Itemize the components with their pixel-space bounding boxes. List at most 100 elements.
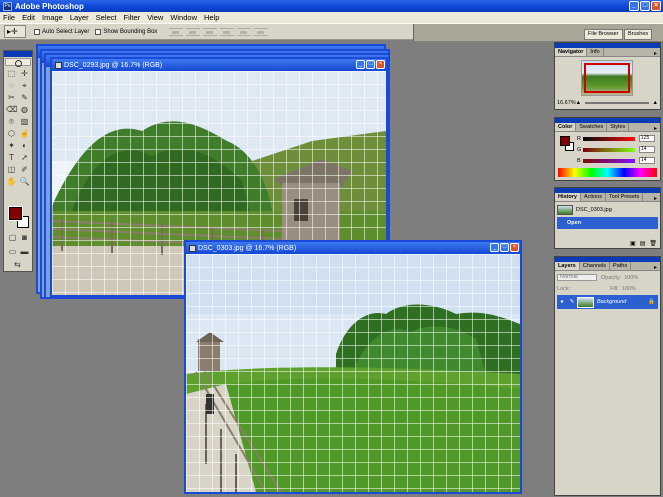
zoom-tool-icon[interactable]: 🔍 <box>19 177 30 187</box>
menu-view[interactable]: View <box>147 13 163 22</box>
brush-tool-icon[interactable]: ◍ <box>19 105 30 115</box>
dodge-tool-icon[interactable]: ◐ <box>19 141 30 151</box>
red-value[interactable]: 125 <box>639 135 655 142</box>
fill-value[interactable]: 100% <box>622 286 636 292</box>
maximize-button[interactable]: □ <box>640 1 650 11</box>
red-slider[interactable] <box>583 136 635 141</box>
tab-navigator[interactable]: Navigator <box>555 48 588 56</box>
menu-layer[interactable]: Layer <box>70 13 89 22</box>
align-top-icon[interactable] <box>169 27 184 36</box>
path-select-icon[interactable]: ➚ <box>19 153 30 163</box>
screen-mode-icon[interactable]: ▭ <box>7 247 18 257</box>
tab-color[interactable]: Color <box>555 123 577 131</box>
zoom-out-icon[interactable]: ▲ <box>576 100 581 106</box>
document-canvas[interactable] <box>186 254 520 492</box>
layer-row-background[interactable]: ● ✎ Background 🔒 <box>557 295 658 309</box>
minimize-button[interactable]: _ <box>356 60 365 69</box>
trash-icon[interactable]: 🗑 <box>649 240 657 247</box>
hand-tool-icon[interactable]: ✋ <box>6 177 17 187</box>
slice-tool-icon[interactable]: ✎ <box>19 93 30 103</box>
layer-name[interactable]: Background <box>597 299 626 305</box>
auto-select-layer-checkbox[interactable]: Auto Select Layer <box>34 28 89 35</box>
close-button[interactable]: × <box>651 1 661 11</box>
stamp-tool-icon[interactable]: ⌾ <box>6 117 17 127</box>
minimize-button[interactable]: _ <box>490 243 499 252</box>
tool-preset-picker[interactable]: ▸✛ <box>4 25 26 38</box>
panel-menu-icon[interactable]: ▸ <box>654 50 657 57</box>
tab-styles[interactable]: Styles <box>607 123 630 131</box>
panel-menu-icon[interactable]: ▸ <box>654 195 657 202</box>
blue-slider[interactable] <box>583 158 635 163</box>
tab-history[interactable]: History <box>555 193 581 201</box>
green-value[interactable]: 14 <box>639 146 655 153</box>
menu-filter[interactable]: Filter <box>124 13 141 22</box>
imageready-jump-icon[interactable]: ⇆ <box>12 260 23 270</box>
distribute-middle-icon[interactable] <box>237 27 252 36</box>
close-button[interactable]: × <box>376 60 385 69</box>
lasso-tool-icon[interactable]: ◌ <box>6 81 17 91</box>
zoom-slider[interactable] <box>585 102 649 104</box>
tab-tool-presets[interactable]: Tool Presets <box>606 193 644 201</box>
new-document-icon[interactable]: ▣ <box>630 240 636 247</box>
quickmask-mode-icon[interactable]: ◙ <box>19 233 30 243</box>
file-browser-tab[interactable]: File Browser <box>584 29 623 40</box>
zoom-in-icon[interactable]: ▲ <box>653 100 658 106</box>
panel-menu-icon[interactable]: ▸ <box>654 125 657 132</box>
new-snapshot-icon[interactable]: ▤ <box>640 240 646 247</box>
checkbox-box[interactable] <box>95 28 102 35</box>
foreground-color-chip[interactable] <box>560 136 570 146</box>
align-bottom-icon[interactable] <box>203 27 218 36</box>
distribute-bottom-icon[interactable] <box>254 27 269 36</box>
blend-mode-select[interactable]: Normal <box>557 274 597 281</box>
color-spectrum-bar[interactable] <box>558 168 657 177</box>
brushes-tab[interactable]: Brushes <box>624 29 653 40</box>
show-bounding-box-checkbox[interactable]: Show Bounding Box <box>95 28 157 35</box>
menu-file[interactable]: File <box>3 13 15 22</box>
menu-select[interactable]: Select <box>96 13 117 22</box>
close-button[interactable]: × <box>510 243 519 252</box>
tab-swatches[interactable]: Swatches <box>576 123 608 131</box>
menu-help[interactable]: Help <box>204 13 219 22</box>
healing-brush-icon[interactable]: ⌫ <box>6 105 17 115</box>
tab-actions[interactable]: Actions <box>581 193 606 201</box>
document-titlebar[interactable]: DSC_0303.jpg @ 16.7% (RGB) <box>186 242 520 254</box>
marquee-tool-icon[interactable]: ⬚ <box>6 69 17 79</box>
eraser-tool-icon[interactable]: ⬡ <box>6 129 17 139</box>
blue-value[interactable]: 14 <box>639 157 655 164</box>
menu-edit[interactable]: Edit <box>22 13 35 22</box>
notes-tool-icon[interactable]: ✐ <box>19 165 30 175</box>
view-box[interactable] <box>584 63 630 93</box>
document-window-front[interactable]: DSC_0303.jpg @ 16.7% (RGB) _ □ × <box>184 240 522 494</box>
panel-menu-icon[interactable]: ▸ <box>654 264 657 271</box>
toolbox-logo-icon[interactable] <box>5 58 31 67</box>
maximize-button[interactable]: □ <box>366 60 375 69</box>
history-snapshot[interactable]: DSC_0303.jpg <box>557 204 658 216</box>
tab-channels[interactable]: Channels <box>580 262 610 270</box>
checkbox-box[interactable] <box>34 28 40 35</box>
history-step-open[interactable]: Open <box>557 217 658 229</box>
maximize-button[interactable]: □ <box>500 243 509 252</box>
minimize-button[interactable]: _ <box>629 1 639 11</box>
type-tool-icon[interactable]: T <box>6 153 17 163</box>
tab-info[interactable]: Info <box>587 48 604 56</box>
green-slider[interactable] <box>583 147 635 152</box>
opacity-value[interactable]: 100% <box>624 275 638 281</box>
standard-mode-icon[interactable]: ▢ <box>7 233 18 243</box>
menu-window[interactable]: Window <box>170 13 197 22</box>
eye-icon[interactable]: ● <box>557 299 567 305</box>
magic-wand-icon[interactable]: ⌖ <box>19 81 30 91</box>
menu-image[interactable]: Image <box>42 13 63 22</box>
fullscreen-mode-icon[interactable]: ▬ <box>19 247 30 257</box>
crop-tool-icon[interactable]: ✂ <box>6 93 17 103</box>
align-middle-icon[interactable] <box>186 27 201 36</box>
blur-tool-icon[interactable]: ✦ <box>6 141 17 151</box>
foreground-color-swatch[interactable] <box>8 206 23 221</box>
shape-tool-icon[interactable]: ◫ <box>6 165 17 175</box>
move-tool-icon[interactable]: ✛ <box>19 69 30 79</box>
history-brush-icon[interactable]: ▨ <box>19 117 30 127</box>
tab-paths[interactable]: Paths <box>610 262 632 270</box>
tab-layers[interactable]: Layers <box>555 262 580 270</box>
distribute-top-icon[interactable] <box>220 27 235 36</box>
navigator-thumbnail[interactable] <box>581 60 633 96</box>
gradient-tool-icon[interactable]: ☝ <box>19 129 30 139</box>
